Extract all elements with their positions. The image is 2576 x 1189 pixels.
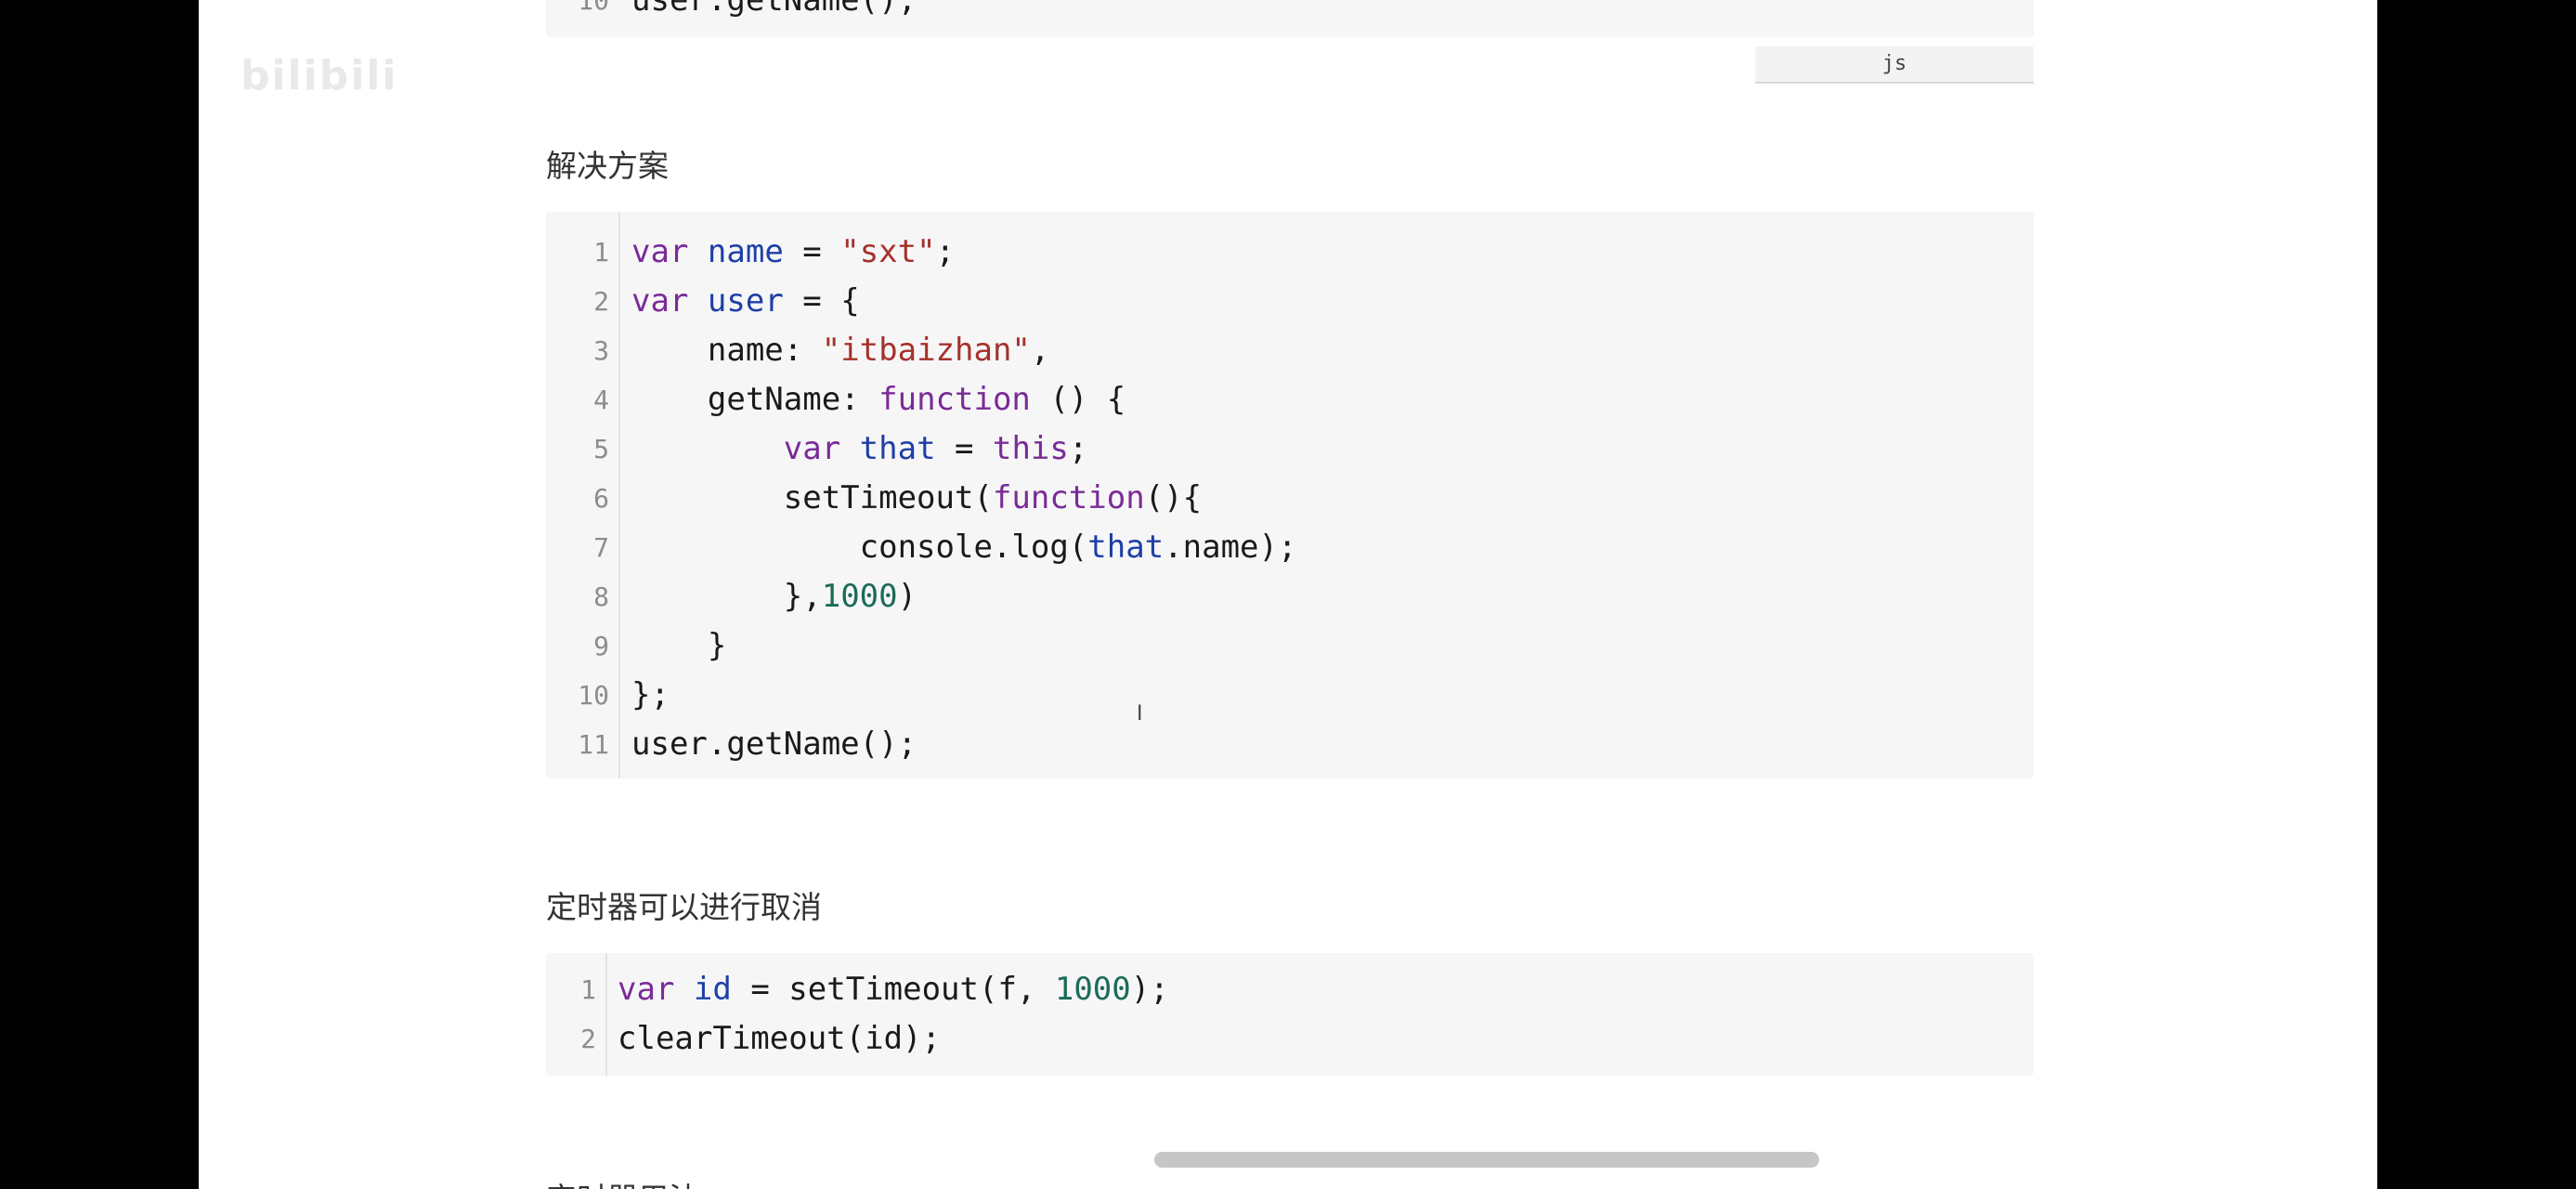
code-line: 11 user.getName(); <box>546 720 2034 769</box>
code-text: user.getName(); <box>631 725 917 763</box>
code-block-solution: 1 var name = "sxt"; 2 var user = { 3 nam… <box>546 212 2034 778</box>
code-line: 6 setTimeout(function(){ <box>546 474 2034 523</box>
code-line: 5 var that = this; <box>546 425 2034 474</box>
code-line: 9 } <box>546 621 2034 671</box>
line-number: 10 <box>578 680 609 711</box>
code-line: 3 name: "itbaizhan", <box>546 326 2034 375</box>
code-line: 2 var user = { <box>546 277 2034 326</box>
line-number: 1 <box>580 974 596 1005</box>
horizontal-scrollbar[interactable] <box>1154 1152 1819 1168</box>
line-number: 9 <box>593 631 609 661</box>
line-number: 2 <box>593 286 609 317</box>
code-block-cancel: 1 var id = setTimeout(f, 1000); 2 clearT… <box>546 953 2034 1076</box>
code-text: clearTimeout(id); <box>618 1020 941 1057</box>
line-number: 2 <box>580 1024 596 1054</box>
line-number: 7 <box>593 532 609 563</box>
code-line: 7 console.log(that.name); <box>546 523 2034 572</box>
code-text: } <box>707 627 727 664</box>
code-line: 2 clearTimeout(id); <box>546 1014 2034 1064</box>
code-text: var that = this; <box>783 430 1088 467</box>
line-number: 10 <box>578 0 609 16</box>
code-block-previous: 10 user.getName(); <box>546 0 2034 37</box>
language-tab[interactable]: js <box>1755 46 2034 84</box>
line-number: 1 <box>593 237 609 268</box>
code-text: var id = setTimeout(f, 1000); <box>618 971 1169 1008</box>
code-line: 8 },1000) <box>546 572 2034 621</box>
code-text: var name = "sxt"; <box>631 233 956 270</box>
code-line: 1 var name = "sxt"; <box>546 228 2034 277</box>
code-text: user.getName(); <box>631 0 917 19</box>
code-line: 10 }; <box>546 671 2034 720</box>
code-text: },1000) <box>783 578 917 615</box>
line-number: 8 <box>593 581 609 612</box>
code-line: 10 user.getName(); <box>546 0 2034 25</box>
text-cursor-icon: I <box>1137 702 1143 725</box>
line-number: 5 <box>593 434 609 464</box>
watermark: bilibili <box>241 52 398 99</box>
line-number: 3 <box>593 335 609 366</box>
section-heading-cancel: 定时器可以进行取消 <box>546 889 822 925</box>
document-page: bilibili 10 user.getName(); js 解决方案 1 va… <box>199 0 2377 1189</box>
line-number: 11 <box>578 729 609 760</box>
section-heading-next: 定时器用法 <box>546 1174 699 1189</box>
code-text: name: "itbaizhan", <box>707 332 1050 369</box>
code-line: 4 getName: function () { <box>546 375 2034 425</box>
section-heading-solution: 解决方案 <box>546 148 669 184</box>
code-text: getName: function () { <box>707 381 1126 418</box>
line-number: 6 <box>593 483 609 514</box>
code-text: }; <box>631 676 670 713</box>
line-number: 4 <box>593 385 609 415</box>
code-text: setTimeout(function(){ <box>783 479 1203 516</box>
code-text: console.log(that.name); <box>859 529 1297 566</box>
code-line: 1 var id = setTimeout(f, 1000); <box>546 965 2034 1014</box>
code-text: var user = { <box>631 282 860 320</box>
